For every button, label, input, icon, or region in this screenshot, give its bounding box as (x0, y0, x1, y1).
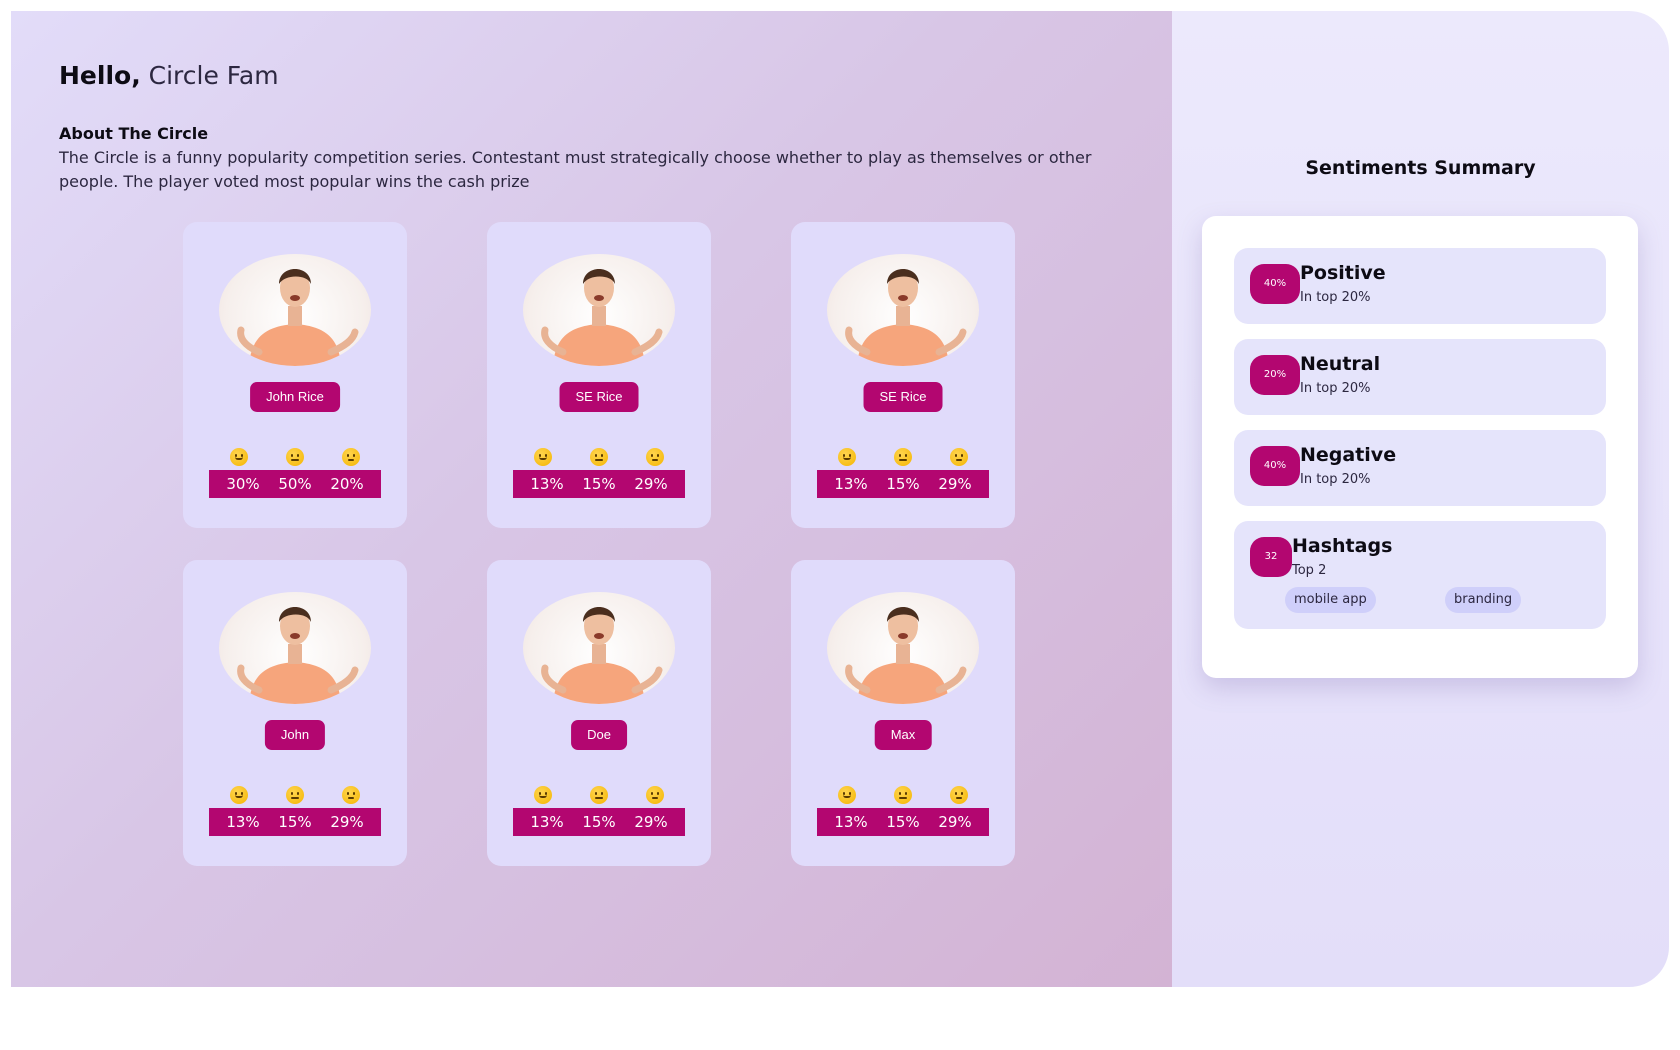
sentiment-percent: 13% (530, 475, 564, 493)
neutral-face-icon (286, 786, 304, 804)
avatar (523, 254, 675, 366)
avatar (219, 254, 371, 366)
summary-title: Sentiments Summary (1305, 157, 1536, 179)
stat-neutral[interactable]: 20% Neutral In top 20% (1234, 339, 1606, 415)
about-text: The Circle is a funny popularity competi… (59, 148, 1092, 191)
summary-panel: 40% Positive In top 20% 20% Neutral In t… (1202, 216, 1638, 678)
sentiment-percent: 29% (330, 813, 364, 831)
sentiment-percent-bar: 30% 50% 20% (209, 470, 381, 498)
sentiment-percent: 29% (938, 475, 972, 493)
contestant-card[interactable]: John 13% 15% 29% (183, 560, 407, 866)
stat-hashtags[interactable]: 32 Hashtags Top 2 mobile app branding (1234, 521, 1606, 629)
sentiment-percent: 15% (886, 475, 920, 493)
stat-negative[interactable]: 40% Negative In top 20% (1234, 430, 1606, 506)
stat-badge: 32 (1250, 537, 1292, 577)
stat-subtitle: In top 20% (1300, 472, 1371, 487)
contestant-card[interactable]: Max 13% 15% 29% (791, 560, 1015, 866)
neutral-face-icon (590, 786, 608, 804)
emoji-row (534, 448, 664, 466)
stat-subtitle: In top 20% (1300, 381, 1371, 396)
emoji-row (230, 786, 360, 804)
contestant-name-button[interactable]: John (264, 720, 326, 750)
neutral-face-icon (590, 448, 608, 466)
greeting-name: Circle Fam (148, 61, 279, 90)
sentiment-percent: 15% (582, 475, 616, 493)
app-frame: Hello, Circle Fam About The Circle The C… (11, 11, 1669, 987)
avatar (827, 592, 979, 704)
sentiment-sidebar: Sentiments Summary 40% Positive In top 2… (1172, 11, 1669, 987)
unamused-face-icon (646, 448, 664, 466)
sentiment-percent: 30% (226, 475, 260, 493)
contestant-name-button[interactable]: John Rice (250, 382, 340, 412)
neutral-face-icon (894, 786, 912, 804)
page-title: Hello, Circle Fam (59, 61, 279, 90)
contestant-card[interactable]: Doe 13% 15% 29% (487, 560, 711, 866)
emoji-row (534, 786, 664, 804)
sentiment-percent: 13% (834, 475, 868, 493)
about-title: About The Circle (59, 124, 209, 143)
emoji-row (838, 448, 968, 466)
stat-title: Hashtags (1292, 535, 1393, 557)
contestant-name-button[interactable]: Max (874, 720, 932, 750)
unamused-face-icon (646, 786, 664, 804)
unamused-face-icon (342, 786, 360, 804)
sentiment-percent: 15% (582, 813, 616, 831)
contestant-card[interactable]: John Rice 30% 50% 20% (183, 222, 407, 528)
sentiment-percent-bar: 13% 15% 29% (513, 470, 685, 498)
emoji-row (230, 448, 360, 466)
contestant-card[interactable]: SE Rice 13% 15% 29% (791, 222, 1015, 528)
avatar (219, 592, 371, 704)
sentiment-percent: 15% (278, 813, 312, 831)
slightly-smiling-face-icon (838, 786, 856, 804)
slightly-smiling-face-icon (230, 786, 248, 804)
sentiment-percent: 29% (634, 813, 668, 831)
contestant-name-button[interactable]: Doe (571, 720, 627, 750)
unamused-face-icon (950, 448, 968, 466)
sentiment-percent: 13% (226, 813, 260, 831)
stat-badge: 40% (1250, 264, 1300, 304)
stat-badge: 20% (1250, 355, 1300, 395)
sentiment-percent-bar: 13% 15% 29% (817, 808, 989, 836)
contestant-name-button[interactable]: SE Rice (559, 382, 639, 412)
sentiment-percent: 29% (634, 475, 668, 493)
stat-positive[interactable]: 40% Positive In top 20% (1234, 248, 1606, 324)
hashtag-chip[interactable]: mobile app (1285, 587, 1376, 613)
unamused-face-icon (342, 448, 360, 466)
avatar (523, 592, 675, 704)
sentiment-percent-bar: 13% 15% 29% (513, 808, 685, 836)
contestant-card[interactable]: SE Rice 13% 15% 29% (487, 222, 711, 528)
sentiment-percent: 13% (530, 813, 564, 831)
hashtag-chip[interactable]: branding (1445, 587, 1522, 613)
sentiment-percent: 20% (330, 475, 364, 493)
contestant-name-button[interactable]: SE Rice (863, 382, 943, 412)
greeting-hello: Hello, (59, 61, 141, 90)
slightly-smiling-face-icon (534, 448, 552, 466)
slightly-smiling-face-icon (230, 448, 248, 466)
stat-title: Negative (1300, 444, 1397, 466)
sentiment-percent: 50% (278, 475, 312, 493)
emoji-row (838, 786, 968, 804)
stat-title: Neutral (1300, 353, 1381, 375)
slightly-smiling-face-icon (534, 786, 552, 804)
main-content: Hello, Circle Fam About The Circle The C… (11, 11, 1172, 987)
sentiment-percent-bar: 13% 15% 29% (817, 470, 989, 498)
stat-title: Positive (1300, 262, 1386, 284)
sentiment-percent: 29% (938, 813, 972, 831)
unamused-face-icon (950, 786, 968, 804)
neutral-face-icon (286, 448, 304, 466)
stat-subtitle: In top 20% (1300, 290, 1371, 305)
stat-subtitle: Top 2 (1292, 563, 1327, 578)
stat-badge: 40% (1250, 446, 1300, 486)
avatar (827, 254, 979, 366)
neutral-face-icon (894, 448, 912, 466)
slightly-smiling-face-icon (838, 448, 856, 466)
sentiment-percent: 13% (834, 813, 868, 831)
sentiment-percent-bar: 13% 15% 29% (209, 808, 381, 836)
sentiment-percent: 15% (886, 813, 920, 831)
